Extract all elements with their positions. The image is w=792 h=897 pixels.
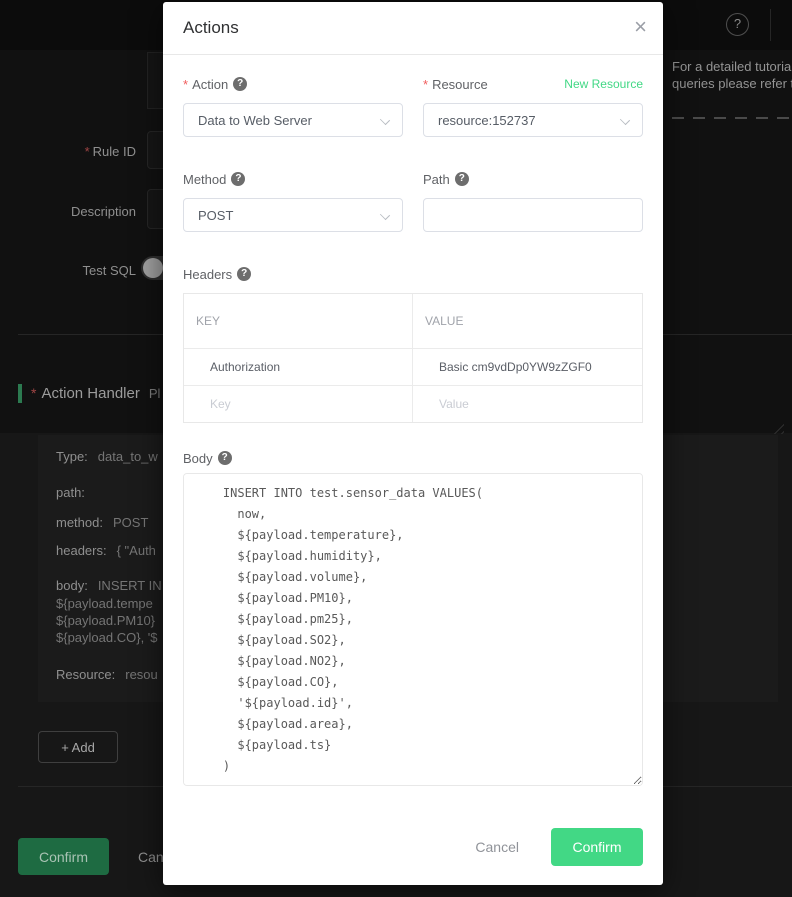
help-icon[interactable]: ? [237, 267, 251, 281]
table-row [184, 385, 642, 422]
test-sql-label: Test SQL [0, 263, 136, 278]
accent-bar [18, 384, 22, 403]
chevron-down-icon [620, 115, 630, 125]
method-select[interactable]: POST [183, 198, 403, 232]
confirm-button[interactable]: Confirm [551, 828, 643, 866]
path-input[interactable] [423, 198, 643, 232]
handler-body-wrap: ${payload.PM10} [56, 613, 155, 628]
headers-table: KEY VALUE [183, 293, 643, 423]
cancel-button[interactable]: Cancel [475, 839, 519, 855]
headers-label: Headers ? [183, 267, 251, 282]
required-asterisk: * [85, 144, 90, 159]
modal-footer: Cancel Confirm [183, 828, 643, 866]
headers-table-head: KEY VALUE [184, 294, 642, 348]
path-label: Path ? [423, 172, 469, 187]
resource-label: * Resource [423, 77, 488, 92]
rule-confirm-button[interactable]: Confirm [18, 838, 109, 875]
body-label: Body ? [183, 451, 232, 466]
required-asterisk: * [183, 77, 188, 92]
resource-select[interactable]: resource:152737 [423, 103, 643, 137]
actions-modal: Actions × * Action ? Data to Web Server [163, 2, 663, 885]
header-value-input[interactable] [413, 386, 642, 422]
new-resource-link[interactable]: New Resource [564, 77, 643, 91]
action-select[interactable]: Data to Web Server [183, 103, 403, 137]
modal-header: Actions × [163, 2, 663, 55]
resource-field: * Resource New Resource resource:152737 [423, 77, 643, 137]
dashed-divider [672, 117, 792, 119]
help-icon[interactable]: ? [218, 451, 232, 465]
handler-headers-row: headers: { "Auth [56, 543, 156, 558]
handler-method-row: method: POST [56, 515, 148, 530]
header-divider [770, 9, 771, 41]
rule-id-label: *Rule ID [0, 144, 136, 159]
value-column-header: VALUE [413, 294, 642, 348]
handler-body-row: body: INSERT IN [56, 578, 162, 593]
help-icon[interactable]: ? [233, 77, 247, 91]
help-icon[interactable]: ? [726, 13, 749, 36]
modal-title: Actions [183, 18, 239, 38]
header-key-input[interactable] [184, 349, 412, 385]
action-field: * Action ? Data to Web Server [183, 77, 403, 137]
handler-body-wrap: ${payload.CO}, '$ [56, 630, 158, 645]
header-key-input[interactable] [184, 386, 412, 422]
table-row [184, 348, 642, 385]
chevron-down-icon [380, 210, 390, 220]
required-asterisk: * [31, 385, 36, 401]
method-field: Method ? POST [183, 172, 403, 232]
toggle-knob [143, 258, 163, 278]
body-textarea[interactable]: INSERT INTO test.sensor_data VALUES( now… [183, 473, 643, 786]
close-icon[interactable]: × [634, 13, 647, 41]
method-label: Method ? [183, 172, 245, 187]
header-value-input[interactable] [413, 349, 642, 385]
description-label: Description [0, 204, 136, 219]
add-action-button[interactable]: + Add [38, 731, 118, 763]
handler-resource-row: Resource: resou [56, 667, 158, 682]
help-icon[interactable]: ? [231, 172, 245, 186]
modal-body: * Action ? Data to Web Server * [163, 55, 663, 866]
action-handler-section-title: * Action Handler Pl [18, 383, 160, 403]
screen: ? *Rule ID Description Test SQL * Action… [0, 0, 792, 897]
handler-body-wrap: ${payload.tempe [56, 596, 153, 611]
path-field: Path ? [423, 172, 643, 232]
handler-type-row: Type: data_to_w [56, 449, 158, 464]
required-asterisk: * [423, 77, 428, 92]
key-column-header: KEY [184, 294, 413, 348]
tutorial-hint-text: For a detailed tutorial queries please r… [672, 58, 792, 92]
handler-path-row: path: [56, 485, 95, 500]
chevron-down-icon [380, 115, 390, 125]
action-label: * Action ? [183, 77, 247, 92]
help-icon[interactable]: ? [455, 172, 469, 186]
